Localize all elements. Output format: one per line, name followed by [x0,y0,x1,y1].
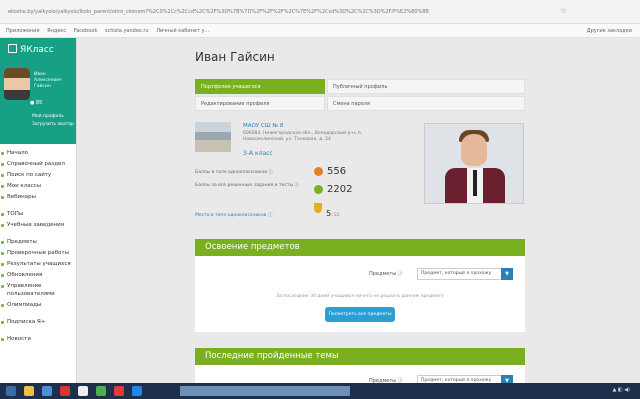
sidebar-item-results[interactable]: Результаты учащихся [0,259,76,270]
subjects-select[interactable]: Предмет, который я прохожу ▼ [417,268,513,280]
sidebar-item-classes[interactable]: Мои классы [0,181,76,192]
url-text[interactable]: ekoshe.by/yalkyolo/yalkyolo/lkolo_parent… [8,6,548,18]
section-subjects-body: Предметы ⓘ Предмет, который я прохожу ▼ … [195,256,525,332]
bookmark-item[interactable]: Facebook [74,28,98,34]
site-logo[interactable]: ЯКласс [0,38,76,62]
bookmark-item[interactable]: schizia.yandex.ru [105,28,149,34]
subjects-icon [1,241,4,244]
sidebar-nav: Начало Справочный раздел Поиск по сайту … [0,144,76,345]
tests-icon [1,252,4,255]
webinar-icon [1,196,4,199]
school-class-link[interactable]: 3-А класс [243,150,273,157]
rank-value: 5/ 22 [326,209,340,218]
main-content: Иван Гайсин Портфолио учащегося Публичны… [77,38,640,387]
sidebar-item-webinars[interactable]: Вебинары [0,192,76,203]
coin-icon [314,167,323,176]
tasks-value: 2202 [327,184,353,195]
school-image [195,122,231,152]
school-address: 606084, Нижегородская обл., Володарский … [243,131,363,142]
points-label: Баллы в топе одноклассников ⓘ [195,170,273,175]
bookmark-item[interactable]: Личный кабинет у... [156,28,209,34]
news-icon [1,338,4,341]
school-name-link[interactable]: МАОУ СШ № 8 [243,123,283,129]
sidebar-item-olympiads[interactable]: Олимпиады [0,300,76,311]
section-recent-topics-body: Предметы ⓘ Предмет, который я прохожу ▼ [195,365,525,387]
info-icon[interactable]: ⓘ [268,213,273,218]
sidebar-item-news[interactable]: Новости [0,334,76,345]
trophy-icon [1,213,4,216]
book-icon [1,163,4,166]
star-coin-icon [314,185,323,194]
logo-text: ЯКласс [20,45,54,55]
sidebar: ЯКласс Иван Алексеевич Гайсин ● 85 Мой п… [0,38,77,383]
no-activity-note: За последние 30 дней учащийся ничего не … [276,294,444,299]
sidebar-item-tops[interactable]: ТОПы [0,209,76,220]
tab-change-password[interactable]: Смена пароля [327,96,525,111]
search-icon [1,174,4,177]
sidebar-item-home[interactable]: Начало [0,148,76,159]
bookmark-item[interactable]: Яндекс [47,28,66,34]
address-bar[interactable]: ekoshe.by/yalkyolo/yalkyolo/lkolo_parent… [0,0,640,24]
yandex-icon[interactable] [60,386,70,396]
bookmarks-bar: Приложения Яндекс Facebook schizia.yande… [0,24,640,38]
sidebar-item-schools[interactable]: Учебные заведения [0,220,76,231]
classes-icon [1,185,4,188]
home-icon [1,152,4,155]
app-icon[interactable] [78,386,88,396]
logo-icon [8,44,17,53]
media-icon[interactable] [114,386,124,396]
sidebar-item-tests[interactable]: Проверочные работы [0,248,76,259]
bookmark-item[interactable]: Приложения [6,28,40,34]
sidebar-item-updates[interactable]: Обновления [0,270,76,281]
points-value: 556 [327,166,347,177]
browser-icon[interactable] [42,386,52,396]
sidebar-item-subjects[interactable]: Предметы [0,237,76,248]
browser-window: ekoshe.by/yalkyolo/yalkyolo/lkolo_parent… [0,0,640,399]
section-subjects-title: Освоение предметов [195,239,525,256]
results-icon [1,263,4,266]
user-points: ● 85 [30,100,42,106]
sidebar-item-reference[interactable]: Справочный раздел [0,159,76,170]
info-icon[interactable]: ⓘ [268,170,273,175]
os-taskbar: ▲ ◧ ◀) [0,383,640,399]
page-title: Иван Гайсин [195,50,275,64]
taskbar-active-window[interactable] [180,386,350,396]
info-icon[interactable]: ⓘ [295,183,300,188]
tab-public-profile[interactable]: Публичный профиль [327,79,525,94]
chrome-icon[interactable] [96,386,106,396]
subjects-filter-label: Предметы ⓘ [369,271,403,277]
sidebar-item-subscription[interactable]: Подписка Я+ [0,317,76,328]
user-card: Иван Алексеевич Гайсин ● 85 Мой профиль … [0,62,76,144]
updates-icon [1,274,4,277]
student-photo [424,123,524,204]
start-icon[interactable] [6,386,16,396]
folder-icon[interactable] [24,386,34,396]
avatar[interactable] [4,68,30,100]
user-points-value: 85 [35,100,43,106]
upload-avatar-link[interactable]: Загрузить аватар [32,122,74,127]
user-name[interactable]: Иван Алексеевич Гайсин [34,72,74,90]
system-tray: ▲ ◧ ◀) [612,387,630,393]
tasks-label: Баллы за все решенные задания и тесты ⓘ [195,183,300,188]
info-icon[interactable]: ⓘ [398,271,403,277]
view-all-subjects-button[interactable]: Посмотреть все предметы [325,307,395,322]
coin-icon: ● [30,100,35,106]
users-icon [1,285,4,288]
tab-portfolio[interactable]: Портфолио учащегося [195,79,325,94]
word-icon[interactable] [132,386,142,396]
rank-link[interactable]: Место в топе одноклассников ⓘ [195,212,272,218]
my-profile-link[interactable]: Мой профиль [32,114,64,119]
sidebar-item-search[interactable]: Поиск по сайту [0,170,76,181]
subscription-icon [1,321,4,324]
bookmark-star-icon[interactable]: ☆ [560,6,567,15]
tab-edit-profile[interactable]: Редактирование профиля [195,96,325,111]
other-bookmarks[interactable]: Другие закладки [587,24,632,38]
chevron-down-icon[interactable]: ▼ [501,268,513,280]
section-recent-topics-title: Последние пройденные темы [195,348,525,365]
olympiad-icon [1,304,4,307]
sidebar-item-users[interactable]: Управление пользователями [0,281,76,300]
trophy-icon [314,203,322,213]
profile-tabs: Портфолио учащегося Публичный профиль Ре… [195,79,525,111]
school-icon [1,224,4,227]
